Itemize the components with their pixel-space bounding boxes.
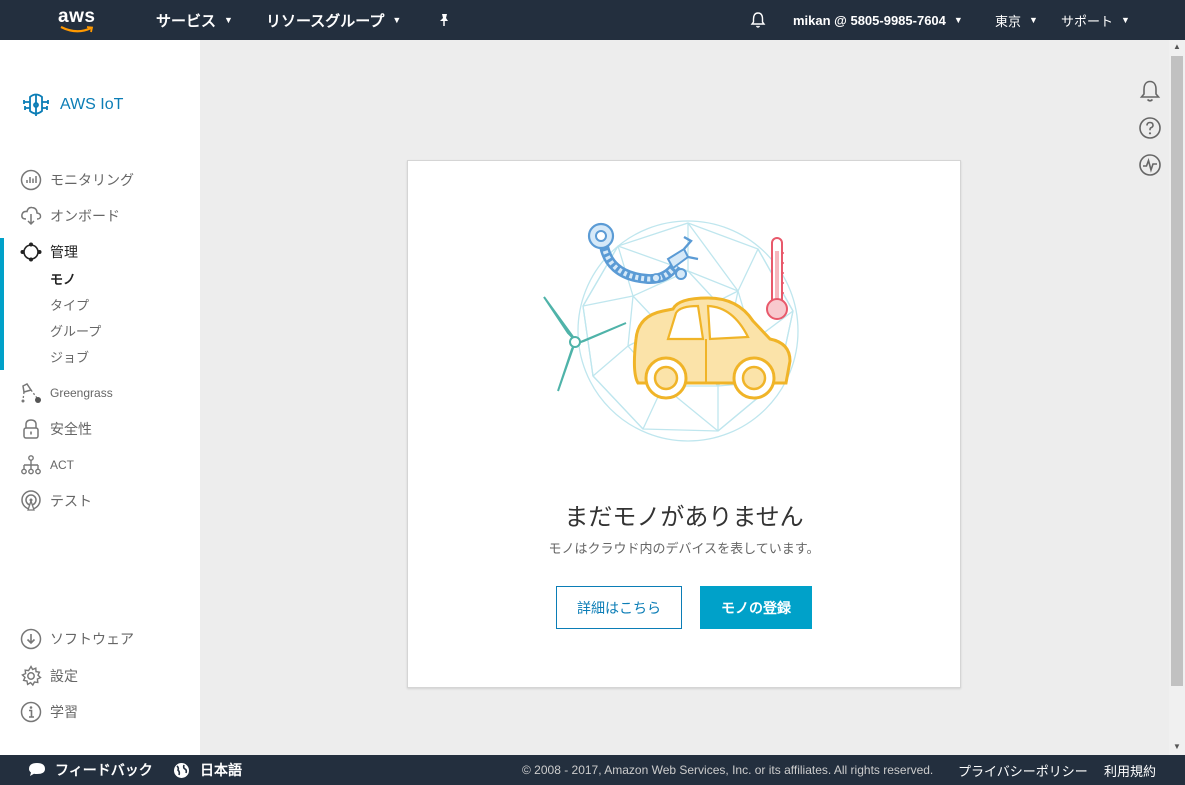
scrollbar-thumb[interactable] [1171, 56, 1183, 686]
activity-icon[interactable] [1138, 153, 1162, 177]
chevron-down-icon: ▼ [392, 15, 402, 25]
sidebar-item-label: テスト [50, 493, 92, 509]
language-selector[interactable]: 日本語 [173, 755, 242, 785]
sidebar-item-monitoring[interactable]: モニタリング [19, 168, 134, 192]
sidebar-item-greengrass[interactable]: Greengrass [19, 381, 113, 405]
sidebar-subitem-types[interactable]: タイプ [50, 295, 89, 314]
services-menu[interactable]: サービス ▼ [156, 0, 233, 40]
monitor-icon [19, 168, 43, 192]
sidebar-item-test[interactable]: テスト [19, 489, 92, 513]
chevron-down-icon: ▼ [1029, 15, 1038, 25]
sidebar-item-learn[interactable]: 学習 [19, 700, 78, 724]
info-icon [19, 700, 43, 724]
chevron-down-icon: ▼ [224, 15, 233, 25]
services-label: サービス [156, 12, 217, 30]
active-indicator [0, 238, 4, 370]
pin-icon[interactable] [436, 0, 452, 40]
sidebar-subitem-groups[interactable]: グループ [50, 321, 101, 340]
learn-more-button[interactable]: 詳細はこちら [556, 586, 682, 629]
empty-state-title: まだモノがありません [564, 504, 804, 531]
scroll-down-icon[interactable]: ▼ [1173, 742, 1181, 751]
sidebar-item-label: Greengrass [50, 386, 113, 400]
sidebar-subitem-jobs[interactable]: ジョブ [50, 347, 89, 366]
brand-label: AWS IoT [60, 96, 124, 113]
sidebar-item-label: 学習 [50, 704, 78, 720]
copyright-text: © 2008 - 2017, Amazon Web Services, Inc.… [522, 763, 934, 777]
sidebar-item-act[interactable]: ACT [19, 453, 74, 477]
support-label: サポート [1061, 13, 1114, 29]
act-icon [19, 453, 43, 477]
sidebar-subitem-things[interactable]: モノ [50, 269, 76, 288]
privacy-policy-link[interactable]: プライバシーポリシー [958, 755, 1088, 785]
region-menu[interactable]: 東京 ▼ [995, 0, 1038, 40]
support-menu[interactable]: サポート ▼ [1061, 0, 1130, 40]
chevron-down-icon: ▼ [953, 15, 963, 25]
sidebar-item-label: ACT [50, 458, 74, 472]
aws-logo-text: aws [58, 5, 96, 27]
aws-logo[interactable]: aws [58, 0, 95, 40]
manage-icon [19, 240, 43, 264]
test-icon [19, 489, 43, 513]
aws-smile-icon [60, 25, 93, 32]
download-icon [19, 627, 43, 651]
sidebar-item-label: 安全性 [50, 421, 92, 437]
chat-bubble-icon [29, 763, 45, 776]
sidebar-item-label: オンボード [50, 208, 120, 224]
globe-icon [174, 762, 189, 778]
sidebar-item-label: ソフトウェア [50, 631, 134, 647]
greengrass-icon [19, 381, 43, 405]
footer: フィードバック 日本語 © 2008 - 2017, Amazon Web Se… [0, 755, 1185, 785]
register-thing-button[interactable]: モノの登録 [700, 586, 812, 629]
sidebar-item-onboard[interactable]: オンボード [19, 204, 120, 228]
feedback-label: フィードバック [55, 762, 153, 778]
help-icon[interactable] [1138, 116, 1162, 140]
gear-icon [19, 664, 43, 688]
sidebar-item-software[interactable]: ソフトウェア [19, 627, 134, 651]
sidebar-item-label: 管理 [50, 244, 78, 260]
bell-icon[interactable] [749, 0, 767, 40]
chevron-down-icon: ▼ [1121, 15, 1130, 25]
sidebar-item-label: モニタリング [50, 172, 134, 188]
resource-groups-menu[interactable]: リソースグループ ▼ [266, 0, 401, 40]
sidebar-item-security[interactable]: 安全性 [19, 417, 92, 441]
language-label: 日本語 [200, 762, 242, 778]
account-label: mikan @ 5805-9985-7604 [793, 12, 946, 28]
onboard-icon [19, 204, 43, 228]
scroll-up-icon[interactable]: ▲ [1173, 42, 1181, 51]
sidebar-item-settings[interactable]: 設定 [19, 664, 78, 688]
account-menu[interactable]: mikan @ 5805-9985-7604 ▼ [793, 0, 963, 40]
scrollbar[interactable]: ▲ ▼ [1169, 40, 1185, 755]
empty-state-card: まだモノがありません モノはクラウド内のデバイスを表しています。 詳細はこちら … [407, 160, 961, 688]
bell-icon[interactable] [1138, 79, 1162, 103]
iot-illustration [543, 220, 799, 442]
feedback-link[interactable]: フィードバック [28, 755, 153, 785]
sidebar-item-label: 設定 [50, 668, 78, 684]
resource-groups-label: リソースグループ [266, 12, 385, 30]
iot-logo-icon [23, 93, 49, 116]
empty-state-description: モノはクラウド内のデバイスを表しています。 [548, 541, 820, 556]
sidebar-item-manage[interactable]: 管理 [19, 240, 78, 264]
terms-of-use-link[interactable]: 利用規約 [1104, 755, 1156, 785]
top-navigation-bar: aws サービス ▼ リソースグループ ▼ mikan @ 5805-9985-… [0, 0, 1185, 40]
lock-icon [19, 417, 43, 441]
sidebar: AWS IoT モニタリング オンボード 管理 モノ タイプ グループ ジョブ … [0, 40, 200, 755]
aws-iot-brand[interactable]: AWS IoT [20, 89, 123, 121]
region-label: 東京 [995, 13, 1022, 29]
